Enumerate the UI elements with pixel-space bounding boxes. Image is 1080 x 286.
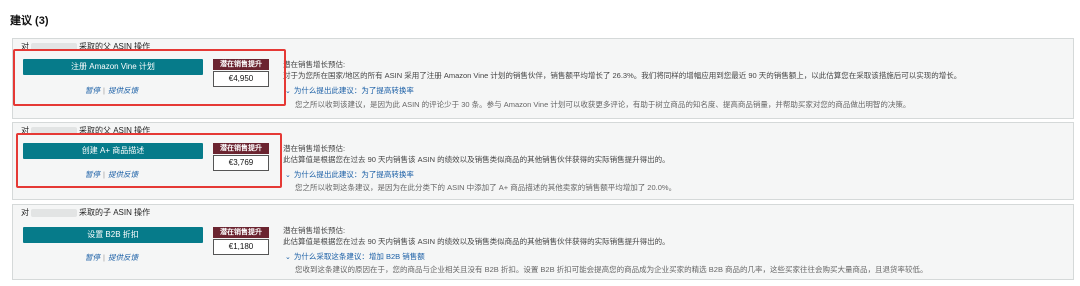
chevron-down-icon: ⌄ [285,254,291,261]
recommendation-card-b2b: 对 采取的子 ASIN 操作 设置 B2B 折扣 暂停 | 提供反馈 潜在销售提升 €… [12,204,1074,280]
estimate-description: 潜在销售增长预估: 此估算值是根据您在过去 90 天内销售该 ASIN 的绩效以… [283,143,670,165]
card-heading: 对 采取的子 ASIN 操作 [21,207,150,218]
highlight-box-aplus [16,133,282,188]
card-heading-suffix: 采取的子 ASIN 操作 [79,208,151,217]
section-title: 建议 (3) [10,15,49,27]
recommendation-reason: 您之所以收到这条建议，是因为在此分类下的 ASIN 中添加了 A+ 商品描述的其… [295,183,677,192]
link-separator: | [103,253,105,262]
estimate-heading: 潜在销售增长预估: [283,144,346,153]
estimate-text: 此估算值是根据您在过去 90 天内销售该 ASIN 的绩效以及销售类似商品的其他… [283,155,670,164]
why-recommendation-toggle[interactable]: ⌄ 为什么提出此建议：为了提高转换率 [285,169,414,180]
dismiss-link[interactable]: 暂停 [85,253,100,262]
estimate-heading: 潜在销售增长预估: [283,226,346,235]
card-heading-prefix: 对 [21,208,29,217]
why-recommendation-toggle[interactable]: ⌄ 为什么提出此建议：为了提高转换率 [285,85,414,96]
sales-uplift-badge: 潜在销售提升 [213,227,269,238]
estimate-heading: 潜在销售增长预估: [283,60,346,69]
why-recommendation-label: 为什么提出此建议：为了提高转换率 [293,170,414,179]
feedback-link[interactable]: 提供反馈 [108,253,138,262]
sales-uplift-amount: €1,180 [213,239,269,255]
why-recommendation-label: 为什么采取这条建议：增加 B2B 销售额 [293,252,425,261]
card-links: 暂停 | 提供反馈 [85,252,138,263]
estimate-text: 对于为您所在国家/地区的所有 ASIN 采用了注册 Amazon Vine 计划… [283,71,962,80]
redacted-product-name [31,208,77,217]
why-recommendation-label: 为什么提出此建议：为了提高转换率 [293,86,414,95]
estimate-text: 此估算值是根据您在过去 90 天内销售该 ASIN 的绩效以及销售类似商品的其他… [283,237,670,246]
estimate-description: 潜在销售增长预估: 此估算值是根据您在过去 90 天内销售该 ASIN 的绩效以… [283,225,670,247]
estimate-description: 潜在销售增长预估: 对于为您所在国家/地区的所有 ASIN 采用了注册 Amaz… [283,59,961,81]
why-recommendation-toggle[interactable]: ⌄ 为什么采取这条建议：增加 B2B 销售额 [285,251,425,262]
chevron-down-icon: ⌄ [285,172,291,179]
recommendation-reason: 您之所以收到该建议，是因为此 ASIN 的评论少于 30 条。参与 Amazon… [295,100,911,109]
highlight-box-vine [13,49,286,106]
recommendation-reason: 您收到这条建议的原因在于，您的商品与企业相关且没有 B2B 折扣。设置 B2B … [295,265,928,274]
set-b2b-discount-button[interactable]: 设置 B2B 折扣 [23,227,203,243]
